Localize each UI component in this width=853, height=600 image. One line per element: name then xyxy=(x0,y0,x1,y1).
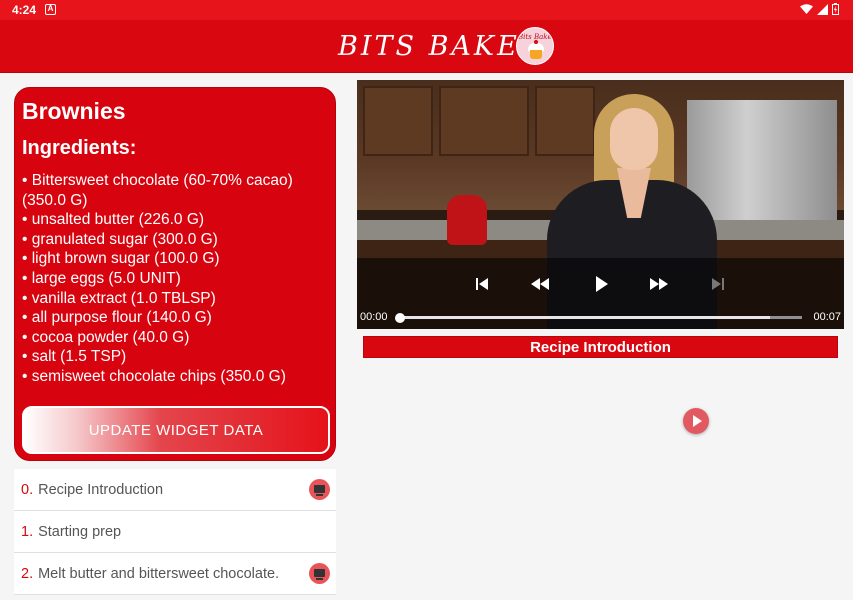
current-time: 00:00 xyxy=(360,311,388,323)
step-item-2[interactable]: 2. Melt butter and bittersweet chocolate… xyxy=(14,553,336,595)
ingredient-item: • light brown sugar (100.0 G) xyxy=(22,250,220,268)
next-step-button[interactable] xyxy=(683,408,709,434)
ingredient-item: • granulated sugar (300.0 G) xyxy=(22,230,218,248)
steps-list: 0. Recipe Introduction 1. Starting prep … xyxy=(14,469,336,595)
skip-next-icon[interactable] xyxy=(711,276,725,292)
seek-bar[interactable] xyxy=(395,312,802,323)
ingredients-list: • Bittersweet chocolate (60-70% cacao) (… xyxy=(22,171,322,387)
ingredient-item: • large eggs (5.0 UNIT) xyxy=(22,269,181,287)
step-label: Starting prep xyxy=(38,523,122,540)
notification-icon: A xyxy=(45,4,56,15)
step-label: Melt butter and bittersweet chocolate. xyxy=(38,565,280,582)
system-icons xyxy=(800,3,839,15)
video-icon xyxy=(309,563,330,584)
rewind-icon[interactable] xyxy=(530,276,550,292)
battery-icon xyxy=(832,3,839,15)
presenter-face xyxy=(610,108,658,170)
step-label: Recipe Introduction xyxy=(38,481,164,498)
ingredient-item: • cocoa powder (40.0 G) xyxy=(22,328,190,346)
step-title: Recipe Introduction xyxy=(363,336,838,358)
cherry xyxy=(533,40,538,44)
skip-previous-icon[interactable] xyxy=(475,276,489,292)
step-item-0[interactable]: 0. Recipe Introduction xyxy=(14,469,336,511)
ingredient-item: • unsalted butter (226.0 G) xyxy=(22,211,205,229)
step-item-1[interactable]: 1. Starting prep xyxy=(14,511,336,553)
step-number: 1. xyxy=(21,523,34,540)
cabinet xyxy=(535,86,595,156)
video-icon xyxy=(309,479,330,500)
stand-mixer xyxy=(447,195,487,245)
signal-icon xyxy=(817,3,828,15)
ingredient-item: • Bittersweet chocolate (60-70% cacao) (… xyxy=(22,172,293,209)
ingredient-item: • all purpose flour (140.0 G) xyxy=(22,309,212,327)
ingredient-item: • vanilla extract (1.0 TBLSP) xyxy=(22,289,216,307)
status-time: 4:24 xyxy=(12,3,37,17)
play-icon[interactable] xyxy=(595,276,609,292)
step-number: 0. xyxy=(21,481,34,498)
ingredients-heading: Ingredients: xyxy=(22,137,137,159)
wifi-icon xyxy=(800,3,813,14)
brand-title: BITS BAKE xyxy=(338,30,520,62)
duration: 00:07 xyxy=(813,311,841,323)
status-bar: 4:24 A xyxy=(0,0,853,20)
fast-forward-icon[interactable] xyxy=(649,276,669,292)
brand: BITS BAKE Bits Bake xyxy=(338,27,554,65)
step-number: 2. xyxy=(21,565,34,582)
buffer-bar xyxy=(399,316,770,319)
ingredients-card: Brownies Ingredients: • Bittersweet choc… xyxy=(14,87,336,461)
video-player[interactable]: 00:00 00:07 xyxy=(357,80,844,329)
recipe-title: Brownies xyxy=(22,98,126,124)
cabinet xyxy=(363,86,433,156)
cabinet xyxy=(439,86,529,156)
app-bar: BITS BAKE Bits Bake xyxy=(0,20,853,73)
cupcake-cup xyxy=(529,50,542,59)
seek-knob[interactable] xyxy=(395,312,405,323)
player-controls: 00:00 00:07 xyxy=(357,258,844,329)
ingredient-item: • salt (1.5 TSP) xyxy=(22,348,127,366)
ingredient-item: • semisweet chocolate chips (350.0 G) xyxy=(22,367,286,385)
cupcake-logo-icon: Bits Bake xyxy=(515,27,554,65)
update-widget-button[interactable]: UPDATE WIDGET DATA xyxy=(22,406,330,454)
